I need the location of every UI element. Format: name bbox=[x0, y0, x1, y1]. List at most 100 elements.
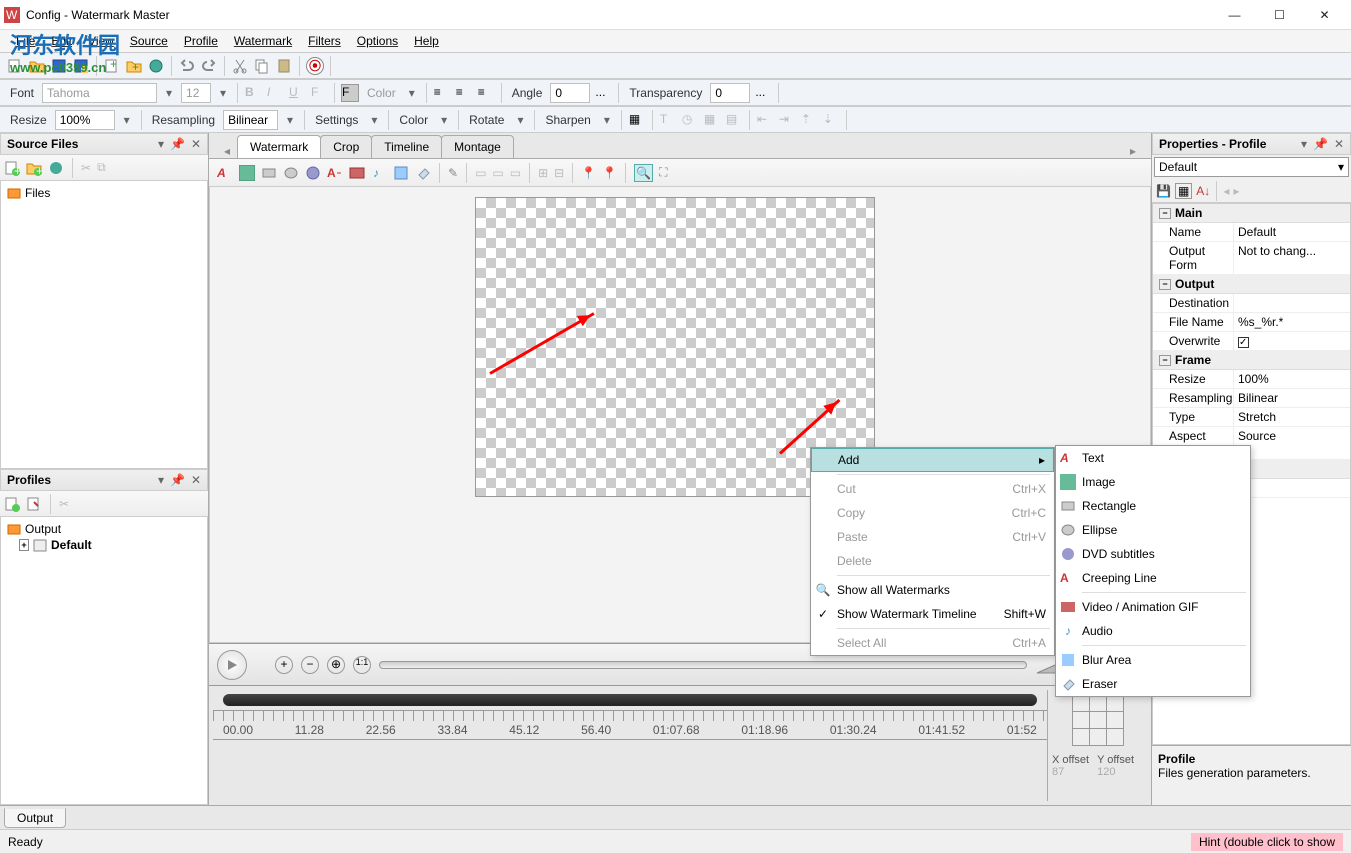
prop-name-val[interactable]: Default bbox=[1233, 223, 1350, 241]
dropdown-icon[interactable]: ▾ bbox=[1301, 137, 1307, 151]
fit-icon[interactable]: ⊕ bbox=[327, 656, 345, 674]
menu-paste[interactable]: PasteCtrl+V bbox=[811, 525, 1054, 549]
menu-help[interactable]: Help bbox=[406, 32, 447, 50]
menu-watermark[interactable]: Watermark bbox=[226, 32, 300, 50]
redo-icon[interactable] bbox=[200, 57, 218, 75]
tab-timeline[interactable]: Timeline bbox=[371, 135, 442, 158]
resampling-input[interactable] bbox=[223, 110, 278, 130]
text-wm-icon[interactable]: A bbox=[217, 165, 233, 181]
menu-add[interactable]: Add▸ bbox=[811, 448, 1054, 472]
menu-copy[interactable]: CopyCtrl+C bbox=[811, 501, 1054, 525]
cat-output[interactable]: −Output bbox=[1153, 275, 1350, 294]
edit-profile-icon[interactable] bbox=[26, 496, 42, 512]
submenu-rect[interactable]: Rectangle bbox=[1056, 494, 1250, 518]
prop-fname-val[interactable]: %s_%r.* bbox=[1233, 313, 1350, 331]
chevron-down-icon[interactable]: ▾ bbox=[404, 86, 420, 100]
menu-profile[interactable]: Profile bbox=[176, 32, 226, 50]
settings-label[interactable]: Settings bbox=[311, 113, 362, 127]
close-button[interactable]: ✕ bbox=[1302, 1, 1347, 29]
profile-selector[interactable]: Default▾ bbox=[1154, 157, 1349, 177]
new-profile-icon[interactable] bbox=[4, 496, 20, 512]
save-as-icon[interactable] bbox=[72, 57, 90, 75]
chevron-down-icon[interactable]: ▾ bbox=[161, 86, 177, 100]
align-center-icon[interactable]: ≡ bbox=[455, 84, 473, 102]
prop-dest-val[interactable] bbox=[1233, 294, 1350, 312]
blur-wm-icon[interactable] bbox=[393, 165, 409, 181]
resize-input[interactable] bbox=[55, 110, 115, 130]
output-node[interactable]: Output bbox=[5, 521, 203, 537]
submenu-image[interactable]: Image bbox=[1056, 470, 1250, 494]
clock-icon[interactable]: ◷ bbox=[681, 111, 699, 129]
submenu-audio[interactable]: ♪Audio bbox=[1056, 619, 1250, 643]
copy-icon[interactable] bbox=[253, 57, 271, 75]
submenu-eraser[interactable]: Eraser bbox=[1056, 672, 1250, 696]
paste-icon[interactable] bbox=[275, 57, 293, 75]
chevron-down-icon[interactable]: ▾ bbox=[215, 86, 231, 100]
save-icon[interactable]: 💾 bbox=[1156, 184, 1171, 198]
menu-delete[interactable]: Delete bbox=[811, 549, 1054, 573]
crop-tool-icon[interactable]: ✂ bbox=[81, 161, 91, 175]
close-icon[interactable]: ✕ bbox=[1334, 137, 1344, 151]
angle-more-icon[interactable]: ... bbox=[594, 84, 612, 102]
menu-cut[interactable]: CutCtrl+X bbox=[811, 477, 1054, 501]
submenu-video[interactable]: Video / Animation GIF bbox=[1056, 595, 1250, 619]
files-root[interactable]: Files bbox=[5, 185, 203, 201]
submenu-blur[interactable]: Blur Area bbox=[1056, 648, 1250, 672]
font-icon[interactable]: F bbox=[310, 84, 328, 102]
font-color-icon[interactable]: F bbox=[341, 84, 359, 102]
close-icon[interactable]: ✕ bbox=[191, 137, 201, 151]
source-files-tree[interactable]: Files bbox=[0, 181, 208, 469]
submenu-text[interactable]: AText bbox=[1056, 446, 1250, 470]
italic-icon[interactable]: I bbox=[266, 84, 284, 102]
menu-edit[interactable]: Edit bbox=[43, 32, 80, 50]
video-wm-icon[interactable] bbox=[349, 165, 365, 181]
bold-icon[interactable]: B bbox=[244, 84, 262, 102]
new-icon[interactable] bbox=[6, 57, 24, 75]
pin-icon[interactable]: 📌 bbox=[170, 137, 185, 151]
canvas[interactable]: Add▸ CutCtrl+X CopyCtrl+C PasteCtrl+V De… bbox=[209, 187, 1151, 643]
timeline-ruler[interactable]: 00.00 11.28 22.56 33.84 45.12 56.40 01:0… bbox=[213, 710, 1047, 740]
transparency-input[interactable] bbox=[710, 83, 750, 103]
underline-icon[interactable]: U bbox=[288, 84, 306, 102]
zoom-icon[interactable]: 🔍 bbox=[634, 164, 653, 182]
menu-filters[interactable]: Filters bbox=[300, 32, 349, 50]
prop-outform-val[interactable]: Not to chang... bbox=[1233, 242, 1350, 274]
zoom-out-icon[interactable]: − bbox=[301, 656, 319, 674]
image-tool-icon[interactable]: ▦ bbox=[703, 111, 721, 129]
font-size-input[interactable] bbox=[181, 83, 211, 103]
add-file-icon[interactable]: + bbox=[103, 57, 121, 75]
creep-wm-icon[interactable]: A bbox=[327, 165, 343, 181]
close-icon[interactable]: ✕ bbox=[191, 473, 201, 487]
open-icon[interactable] bbox=[28, 57, 46, 75]
play-button[interactable] bbox=[217, 650, 247, 680]
layer-icon[interactable]: ▭ bbox=[492, 166, 503, 180]
tool-icon[interactable]: ▦ bbox=[628, 111, 646, 129]
eraser-wm-icon[interactable] bbox=[415, 165, 431, 181]
sharpen-label[interactable]: Sharpen bbox=[541, 113, 594, 127]
undo-icon[interactable] bbox=[178, 57, 196, 75]
angle-input[interactable] bbox=[550, 83, 590, 103]
group-icon[interactable]: ⊟ bbox=[554, 166, 564, 180]
menu-show-all[interactable]: 🔍Show all Watermarks bbox=[811, 578, 1054, 602]
menu-source[interactable]: Source bbox=[122, 32, 176, 50]
pin-icon[interactable]: 📌 bbox=[1313, 137, 1328, 151]
dropdown-icon[interactable]: ▾ bbox=[158, 473, 164, 487]
pencil-icon[interactable]: ✎ bbox=[448, 166, 458, 180]
group-icon[interactable]: ⊞ bbox=[538, 166, 548, 180]
timeline-scrollbar[interactable] bbox=[223, 694, 1037, 706]
rotate-label[interactable]: Rotate bbox=[465, 113, 508, 127]
chevron-down-icon[interactable]: ▾ bbox=[119, 113, 135, 127]
menu-select-all[interactable]: Select AllCtrl+A bbox=[811, 631, 1054, 655]
tab-crop[interactable]: Crop bbox=[320, 135, 372, 158]
run-icon[interactable]: ⦿ bbox=[306, 57, 324, 75]
layer-icon[interactable]: ▭ bbox=[475, 166, 486, 180]
menu-file[interactable]: File bbox=[8, 32, 43, 50]
cat-main[interactable]: −Main bbox=[1153, 204, 1350, 223]
cat-frame[interactable]: −Frame bbox=[1153, 351, 1350, 370]
menu-options[interactable]: Options bbox=[349, 32, 406, 50]
categorize-icon[interactable]: ▦ bbox=[1175, 183, 1192, 199]
align-left-icon[interactable]: ≡ bbox=[433, 84, 451, 102]
cut-icon[interactable] bbox=[231, 57, 249, 75]
add-file-icon[interactable]: + bbox=[4, 160, 20, 176]
sort-icon[interactable]: A↓ bbox=[1196, 184, 1210, 198]
